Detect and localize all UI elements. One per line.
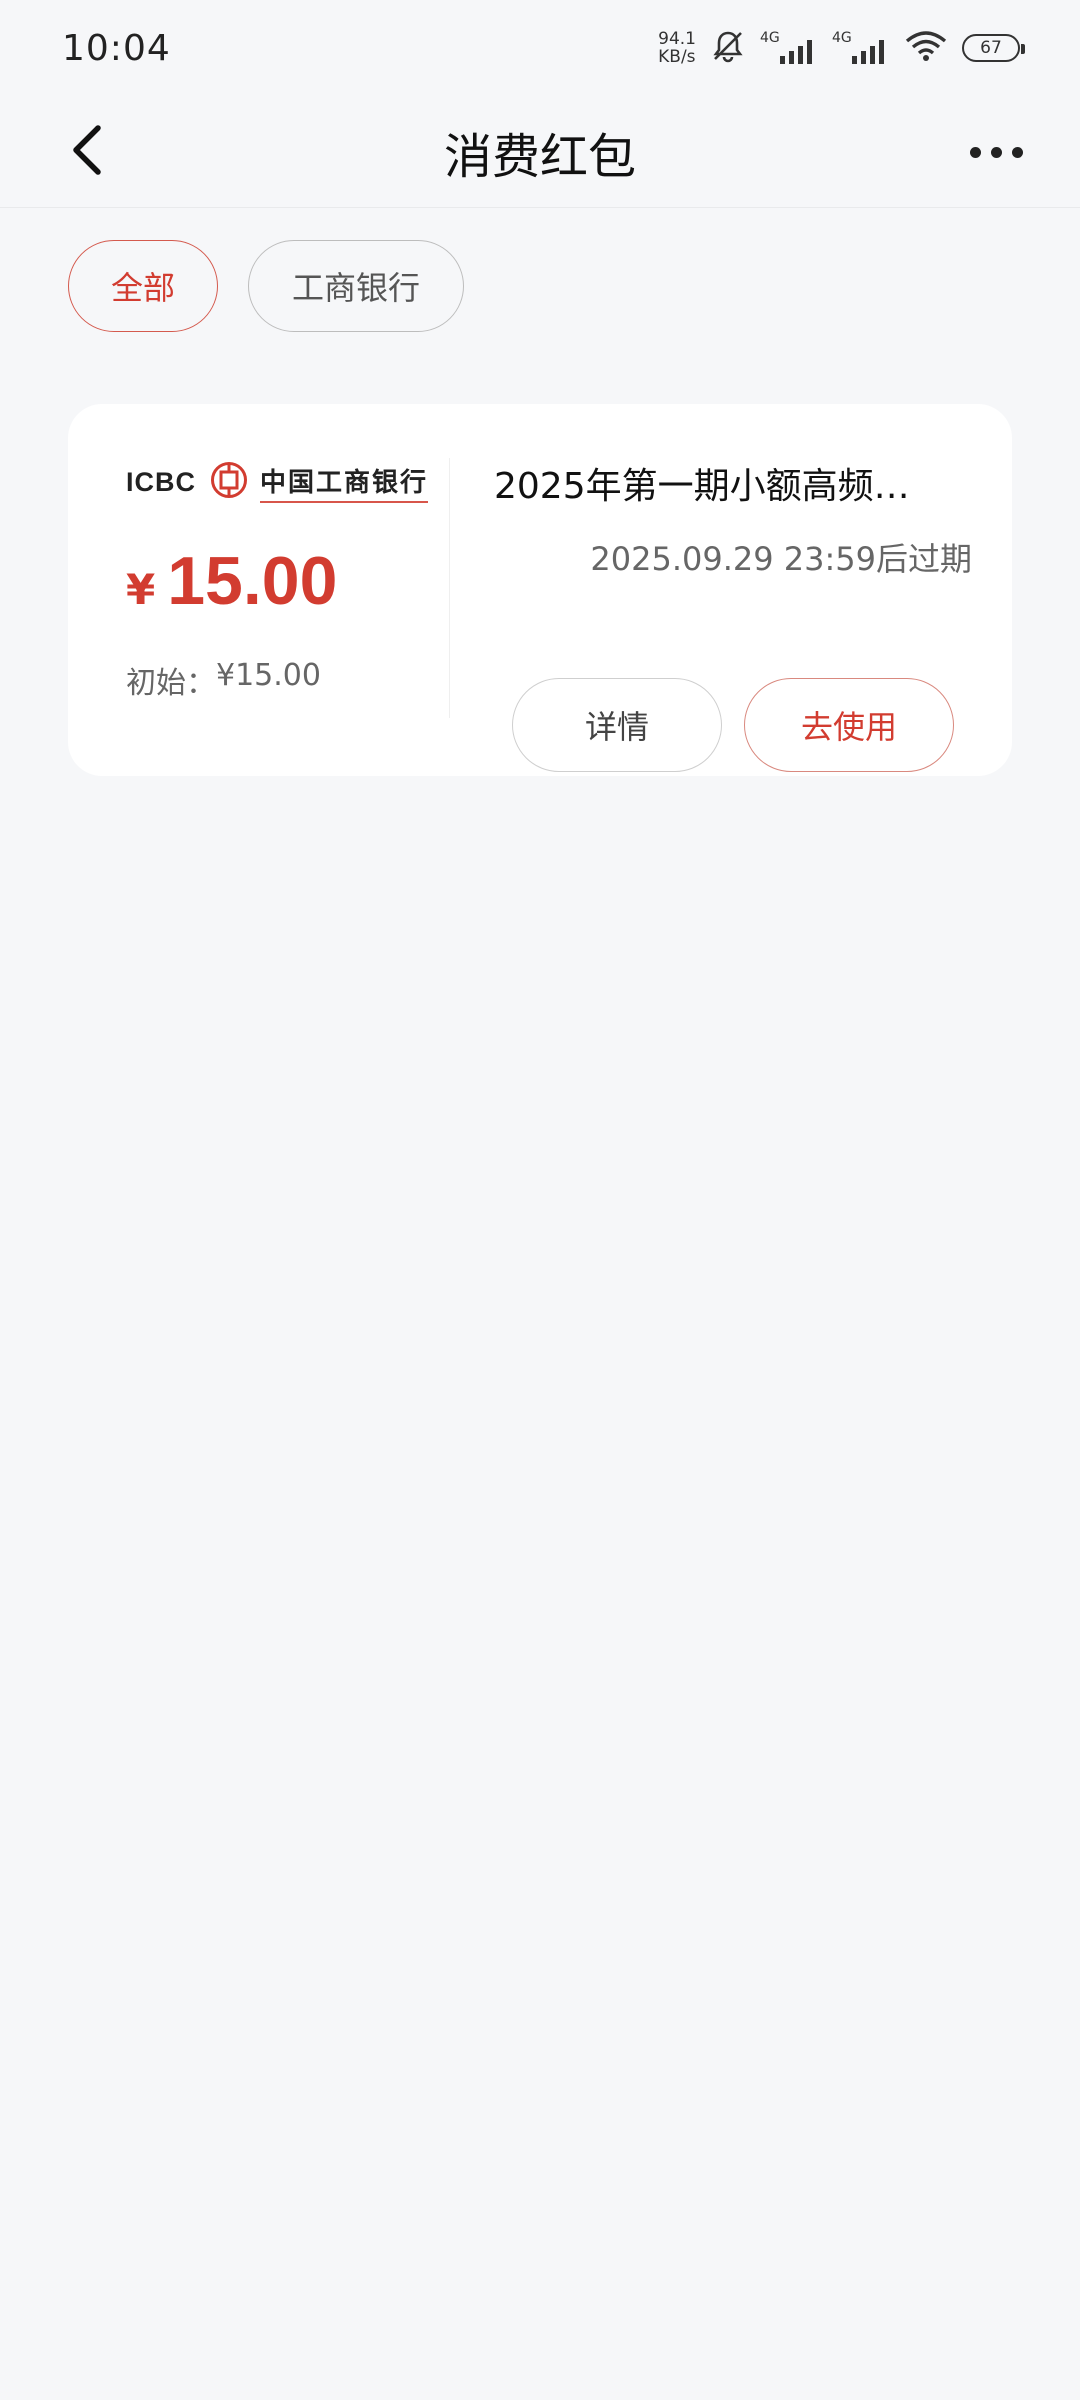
status-time: 10:04 bbox=[62, 27, 171, 69]
details-button[interactable]: 详情 bbox=[512, 678, 722, 772]
currency-symbol: ¥ bbox=[126, 565, 156, 614]
bell-muted-icon bbox=[710, 28, 746, 68]
amount-value: 15.00 bbox=[167, 543, 338, 619]
coupon-info-section: 2025年第一期小额高频… 2025.09.29 23:59后过期 详情 去使用 bbox=[494, 462, 972, 772]
more-options-button[interactable] bbox=[956, 122, 1036, 182]
cellular-signal-1-icon: 4G bbox=[760, 30, 818, 66]
coupon-title: 2025年第一期小额高频… bbox=[494, 466, 910, 507]
cellular-signal-2-icon: 4G bbox=[832, 30, 890, 66]
coupon-actions: 详情 去使用 bbox=[512, 678, 954, 772]
status-bar: 10:04 94.1 KB/s 4G 4G 67 bbox=[0, 0, 1080, 96]
nav-bar: 消费红包 bbox=[0, 96, 1080, 208]
initial-amount: 初始： ¥15.00 bbox=[126, 658, 436, 702]
filter-chip-icbc[interactable]: 工商银行 bbox=[248, 240, 464, 332]
initial-value: ¥15.00 bbox=[216, 658, 321, 693]
wifi-icon bbox=[904, 29, 948, 67]
use-button[interactable]: 去使用 bbox=[744, 678, 954, 772]
more-dot-icon bbox=[1011, 146, 1023, 158]
status-icons: 94.1 KB/s 4G 4G 67 bbox=[658, 28, 1025, 68]
chevron-left-icon bbox=[73, 125, 101, 175]
battery-level: 67 bbox=[980, 38, 1002, 58]
filter-chips: 全部 工商银行 bbox=[68, 240, 464, 332]
icbc-emblem-icon bbox=[210, 461, 248, 503]
coupon-card: ICBC 中国工商银行 ¥ 15.00 初始： ¥15.00 2025年第一期小… bbox=[68, 404, 1012, 776]
more-dot-icon bbox=[990, 146, 1002, 158]
signal-1-label: 4G bbox=[760, 30, 780, 46]
back-button[interactable] bbox=[56, 118, 120, 182]
more-dot-icon bbox=[969, 146, 981, 158]
coupon-amount-section: ICBC 中国工商银行 ¥ 15.00 初始： ¥15.00 bbox=[126, 462, 436, 702]
network-speed-value: 94.1 bbox=[658, 29, 696, 49]
bank-logo: ICBC 中国工商银行 bbox=[126, 461, 436, 503]
bank-logo-latin: ICBC bbox=[126, 466, 196, 497]
bank-logo-chinese: 中国工商银行 bbox=[260, 462, 429, 503]
network-speed: 94.1 KB/s bbox=[658, 30, 696, 66]
expiry-date: 2025.09.29 23:59后过期 bbox=[590, 540, 972, 578]
card-divider bbox=[449, 458, 450, 718]
battery-icon: 67 bbox=[962, 34, 1025, 62]
page-title: 消费红包 bbox=[443, 128, 636, 185]
initial-label: 初始： bbox=[126, 666, 216, 701]
signal-2-label: 4G bbox=[832, 30, 852, 46]
filter-chip-all[interactable]: 全部 bbox=[68, 240, 218, 332]
network-speed-unit: KB/s bbox=[658, 47, 696, 67]
coupon-amount: ¥ 15.00 bbox=[126, 542, 436, 620]
